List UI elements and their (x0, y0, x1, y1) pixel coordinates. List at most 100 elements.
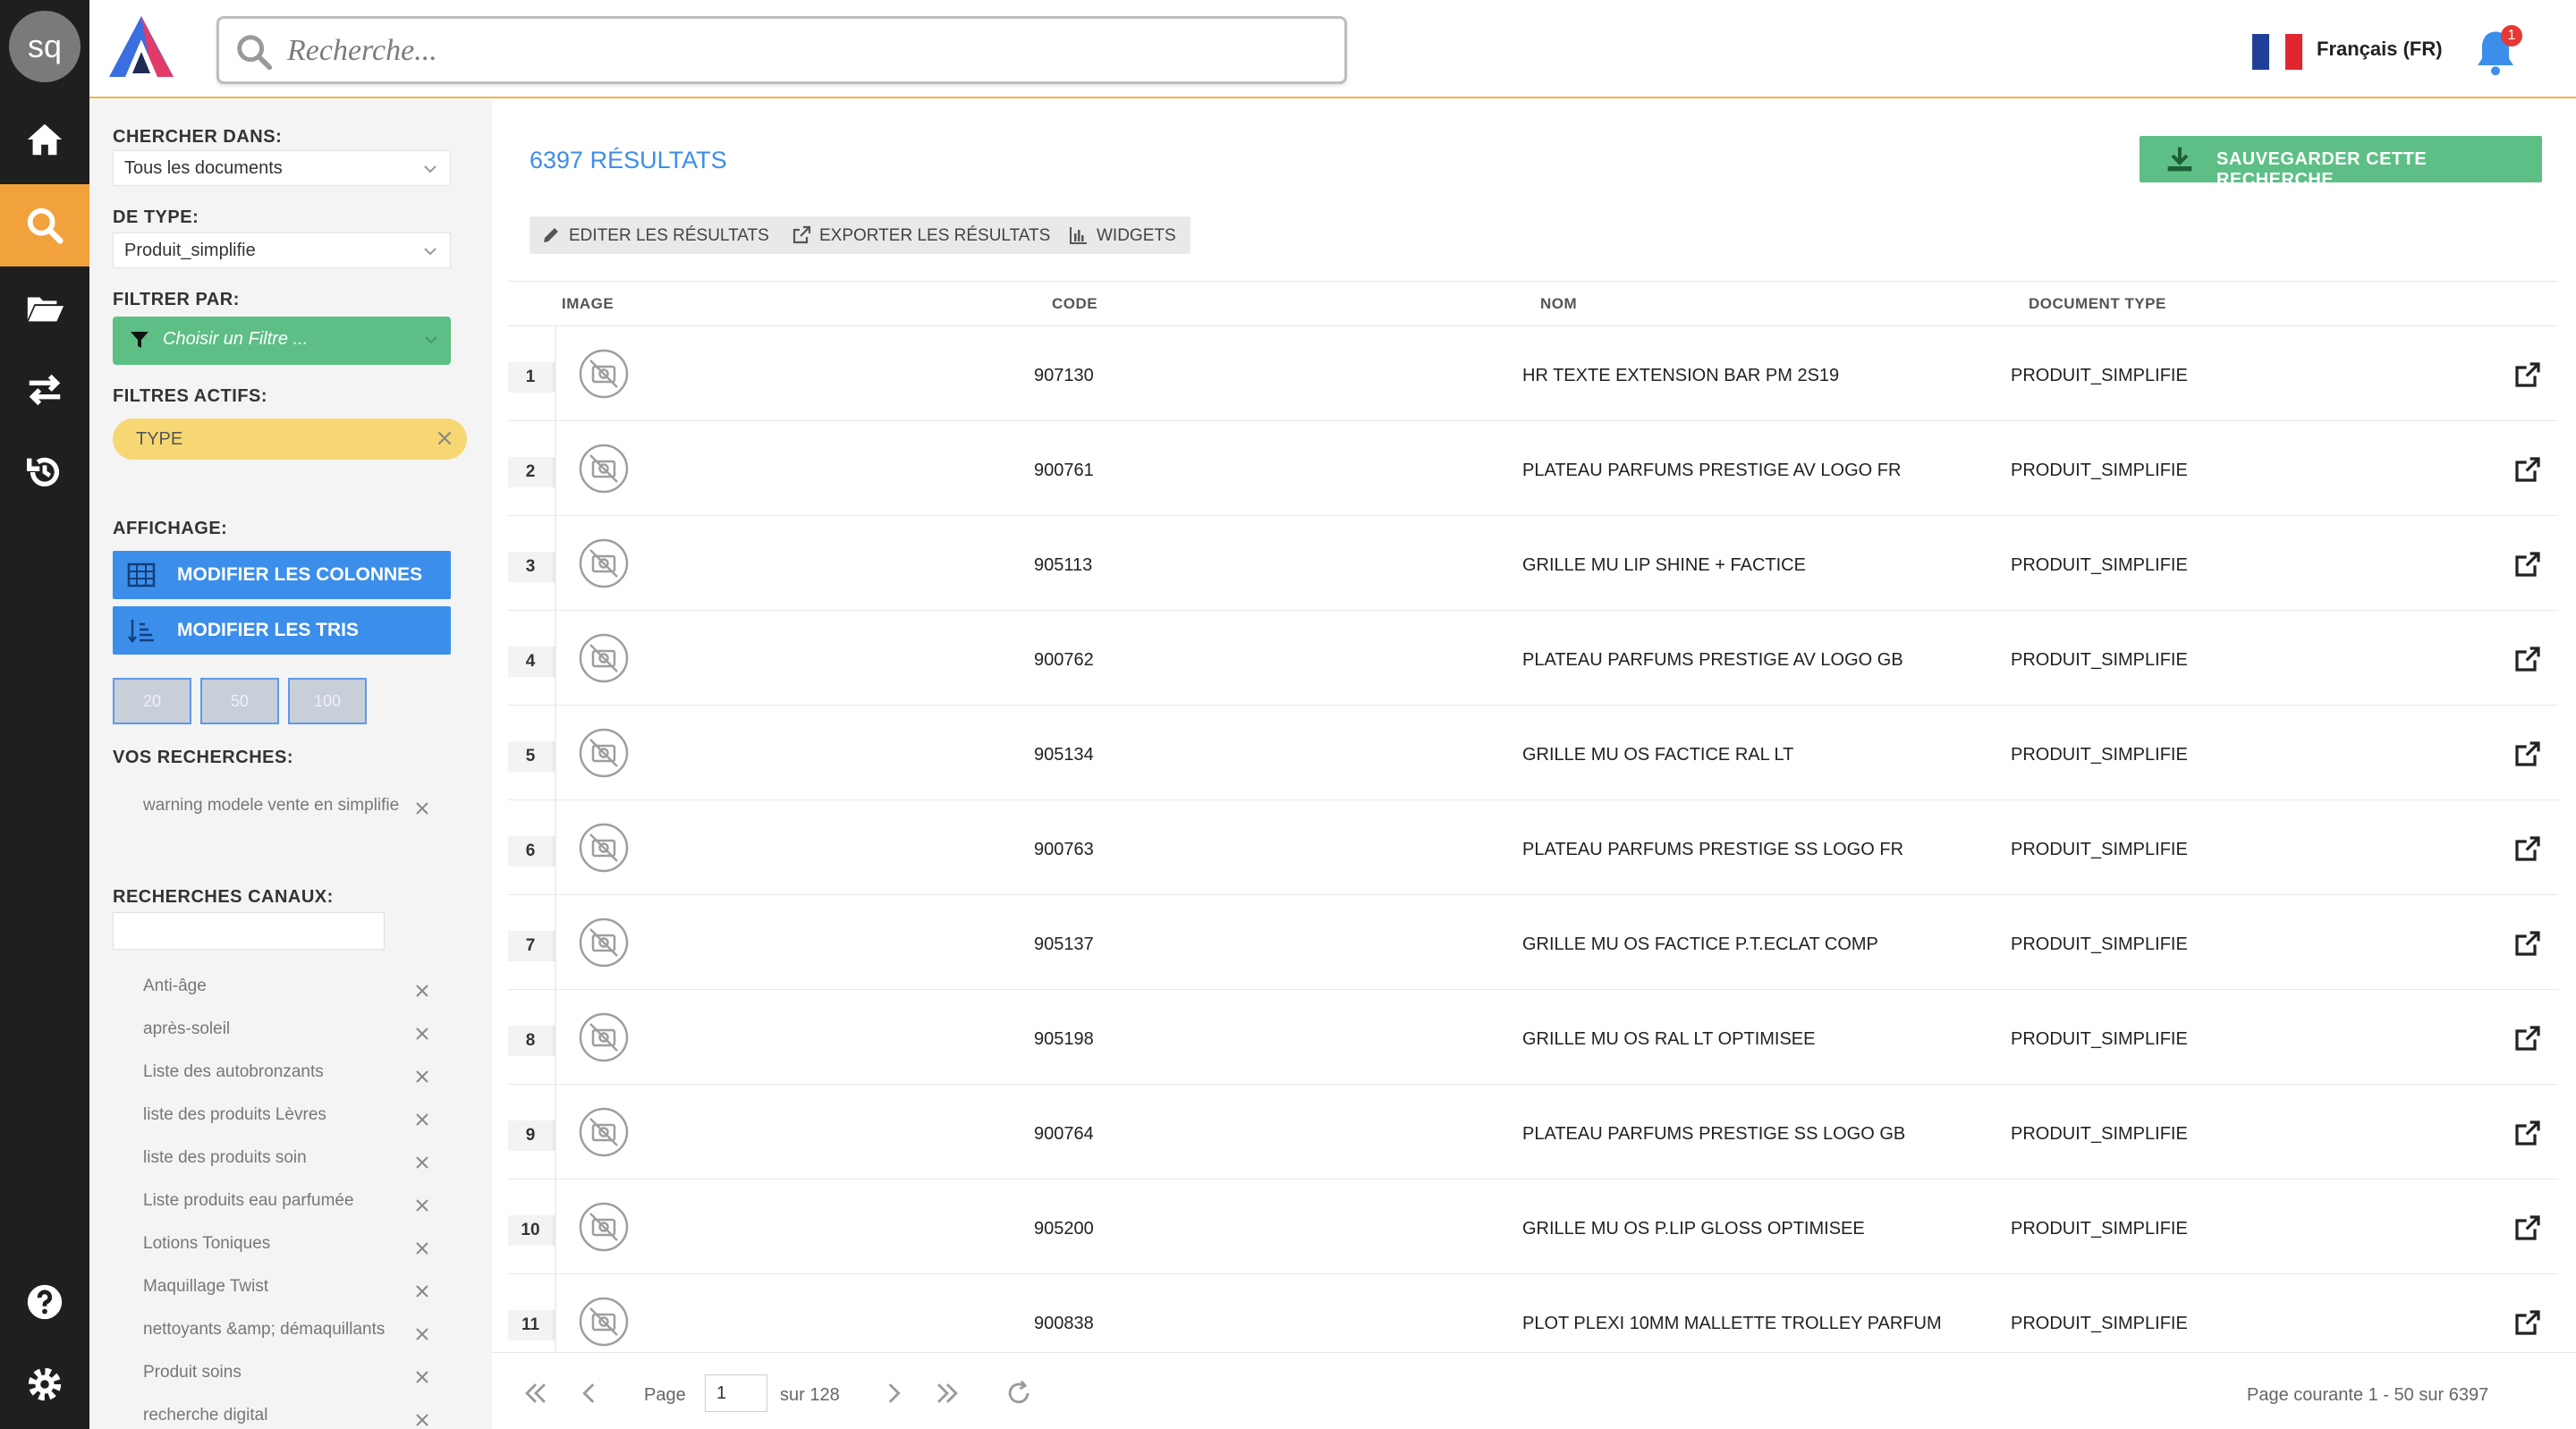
row-number: 4 (508, 647, 555, 677)
row-number: 6 (508, 836, 555, 867)
open-external-icon[interactable] (2513, 455, 2542, 484)
channel-search-item[interactable]: Produit soins (143, 1363, 242, 1382)
close-icon[interactable] (413, 1154, 431, 1171)
nav-exchange[interactable] (0, 349, 89, 431)
close-icon[interactable] (413, 1239, 431, 1257)
open-external-icon[interactable] (2513, 1213, 2542, 1242)
nav-search[interactable] (0, 184, 89, 266)
close-icon[interactable] (413, 1025, 431, 1043)
open-external-icon[interactable] (2513, 1119, 2542, 1147)
close-icon[interactable] (413, 1368, 431, 1386)
row-code: 900763 (1034, 840, 1094, 859)
edit-sorts-button[interactable]: MODIFIER LES TRIS (113, 606, 451, 655)
export-results-button[interactable]: EXPORTER LES RÉSULTATS (780, 216, 1065, 254)
type-label: DE TYPE: (113, 207, 199, 227)
channel-search-item[interactable]: Anti-âge (143, 977, 207, 996)
next-page-icon[interactable] (878, 1378, 909, 1408)
channel-search-item[interactable]: nettoyants &amp; démaquillants (143, 1320, 385, 1340)
row-nom: HR TEXTE EXTENSION BAR PM 2S19 (1522, 366, 1840, 385)
widgets-button[interactable]: WIDGETS (1057, 216, 1191, 254)
nav-home[interactable] (0, 98, 89, 181)
global-search (216, 16, 1347, 84)
channel-search-item[interactable]: Lotions Toniques (143, 1234, 270, 1254)
page-size-50-button[interactable]: 50 (200, 678, 279, 724)
channel-search-input[interactable] (113, 912, 385, 950)
nav-settings[interactable] (0, 1343, 89, 1425)
refresh-icon[interactable] (1004, 1378, 1034, 1408)
close-icon[interactable] (435, 428, 454, 448)
type-select[interactable]: Produit_simplifie (113, 233, 451, 268)
close-icon[interactable] (413, 1282, 431, 1300)
column-header-image[interactable]: IMAGE (562, 295, 614, 313)
search-icon[interactable] (233, 31, 275, 72)
last-page-icon[interactable] (932, 1378, 962, 1408)
table-row[interactable]: 10 905200 GRILLE MU OS P.LIP GLOSS OPTIM… (508, 1180, 2558, 1274)
close-icon[interactable] (413, 1325, 431, 1343)
nav-help[interactable] (0, 1261, 89, 1343)
edit-columns-label: MODIFIER LES COLONNES (177, 564, 423, 585)
funnel-icon (131, 332, 148, 348)
save-search-button[interactable]: SAUVEGARDER CETTE RECHERCHE (2140, 136, 2542, 190)
open-external-icon[interactable] (2513, 645, 2542, 673)
nav-folders[interactable] (0, 266, 89, 349)
table-row[interactable]: 6 900763 PLATEAU PARFUMS PRESTIGE SS LOG… (508, 800, 2558, 895)
channel-search-item[interactable]: liste des produits soin (143, 1148, 307, 1168)
language-selector[interactable]: Français (FR) (2317, 38, 2443, 61)
open-external-icon[interactable] (2513, 1308, 2542, 1337)
open-external-icon[interactable] (2513, 929, 2542, 958)
close-icon[interactable] (413, 1111, 431, 1129)
edit-results-button[interactable]: EDITER LES RÉSULTATS (530, 216, 784, 254)
open-external-icon[interactable] (2513, 360, 2542, 389)
page-size-100-button[interactable]: 100 (288, 678, 367, 724)
no-image-icon (579, 1297, 629, 1347)
edit-columns-button[interactable]: MODIFIER LES COLONNES (113, 551, 451, 599)
active-filter-label: TYPE (136, 429, 183, 449)
table-row[interactable]: 3 905113 GRILLE MU LIP SHINE + FACTICE P… (508, 516, 2558, 611)
open-external-icon[interactable] (2513, 550, 2542, 579)
page-size-20-button[interactable]: 20 (113, 678, 191, 724)
column-header-code[interactable]: CODE (1052, 295, 1097, 313)
open-external-icon[interactable] (2513, 1024, 2542, 1053)
channel-search-item[interactable]: recherche digital (143, 1406, 267, 1425)
close-icon[interactable] (413, 799, 431, 817)
channel-search-item[interactable]: Liste des autobronzants (143, 1062, 324, 1082)
channel-search-item[interactable]: Liste produits eau parfumée (143, 1191, 354, 1211)
app-logo[interactable] (106, 13, 177, 80)
france-flag-icon[interactable] (2252, 34, 2303, 70)
channel-search-item[interactable]: après-soleil (143, 1019, 230, 1039)
row-nom: PLOT PLEXI 10MM MALLETTE TROLLEY PARFUM (1522, 1314, 1942, 1333)
row-number: 5 (508, 741, 555, 772)
search-input[interactable] (287, 28, 1325, 74)
nav-history[interactable] (0, 431, 89, 513)
column-header-document-type[interactable]: DOCUMENT TYPE (2029, 295, 2166, 313)
first-page-icon[interactable] (521, 1378, 551, 1408)
table-row[interactable]: 2 900761 PLATEAU PARFUMS PRESTIGE AV LOG… (508, 421, 2558, 516)
channel-search-item[interactable]: Maquillage Twist (143, 1277, 268, 1297)
channel-search-item[interactable]: liste des produits Lèvres (143, 1105, 326, 1125)
row-document-type: PRODUIT_SIMPLIFIE (2011, 840, 2188, 859)
table-row[interactable]: 8 905198 GRILLE MU OS RAL LT OPTIMISEE P… (508, 990, 2558, 1085)
open-external-icon[interactable] (2513, 740, 2542, 768)
close-icon[interactable] (413, 1196, 431, 1214)
page-number-input[interactable] (705, 1374, 767, 1412)
avatar[interactable]: sq (9, 11, 80, 82)
table-row[interactable]: 9 900764 PLATEAU PARFUMS PRESTIGE SS LOG… (508, 1085, 2558, 1180)
open-external-icon[interactable] (2513, 834, 2542, 863)
search-in-select[interactable]: Tous les documents (113, 150, 451, 186)
column-header-nom[interactable]: NOM (1540, 295, 1577, 313)
chevron-down-icon (425, 336, 437, 344)
filter-by-label: FILTRER PAR: (113, 290, 240, 309)
top-bar: Français (FR) 1 (89, 0, 2576, 98)
previous-page-icon[interactable] (574, 1378, 605, 1408)
close-icon[interactable] (413, 1068, 431, 1086)
table-row[interactable]: 4 900762 PLATEAU PARFUMS PRESTIGE AV LOG… (508, 611, 2558, 706)
table-row[interactable]: 5 905134 GRILLE MU OS FACTICE RAL LT PRO… (508, 706, 2558, 800)
type-value: Produit_simplifie (124, 241, 256, 260)
table-row[interactable]: 1 907130 HR TEXTE EXTENSION BAR PM 2S19 … (508, 326, 2558, 421)
table-row[interactable]: 7 905137 GRILLE MU OS FACTICE P.T.ECLAT … (508, 895, 2558, 990)
row-code: 900764 (1034, 1124, 1094, 1144)
saved-search-item[interactable]: warning modele vente en simplifie (143, 796, 399, 816)
filter-select[interactable]: Choisir un Filtre ... (113, 317, 451, 365)
close-icon[interactable] (413, 982, 431, 1000)
close-icon[interactable] (413, 1411, 431, 1429)
